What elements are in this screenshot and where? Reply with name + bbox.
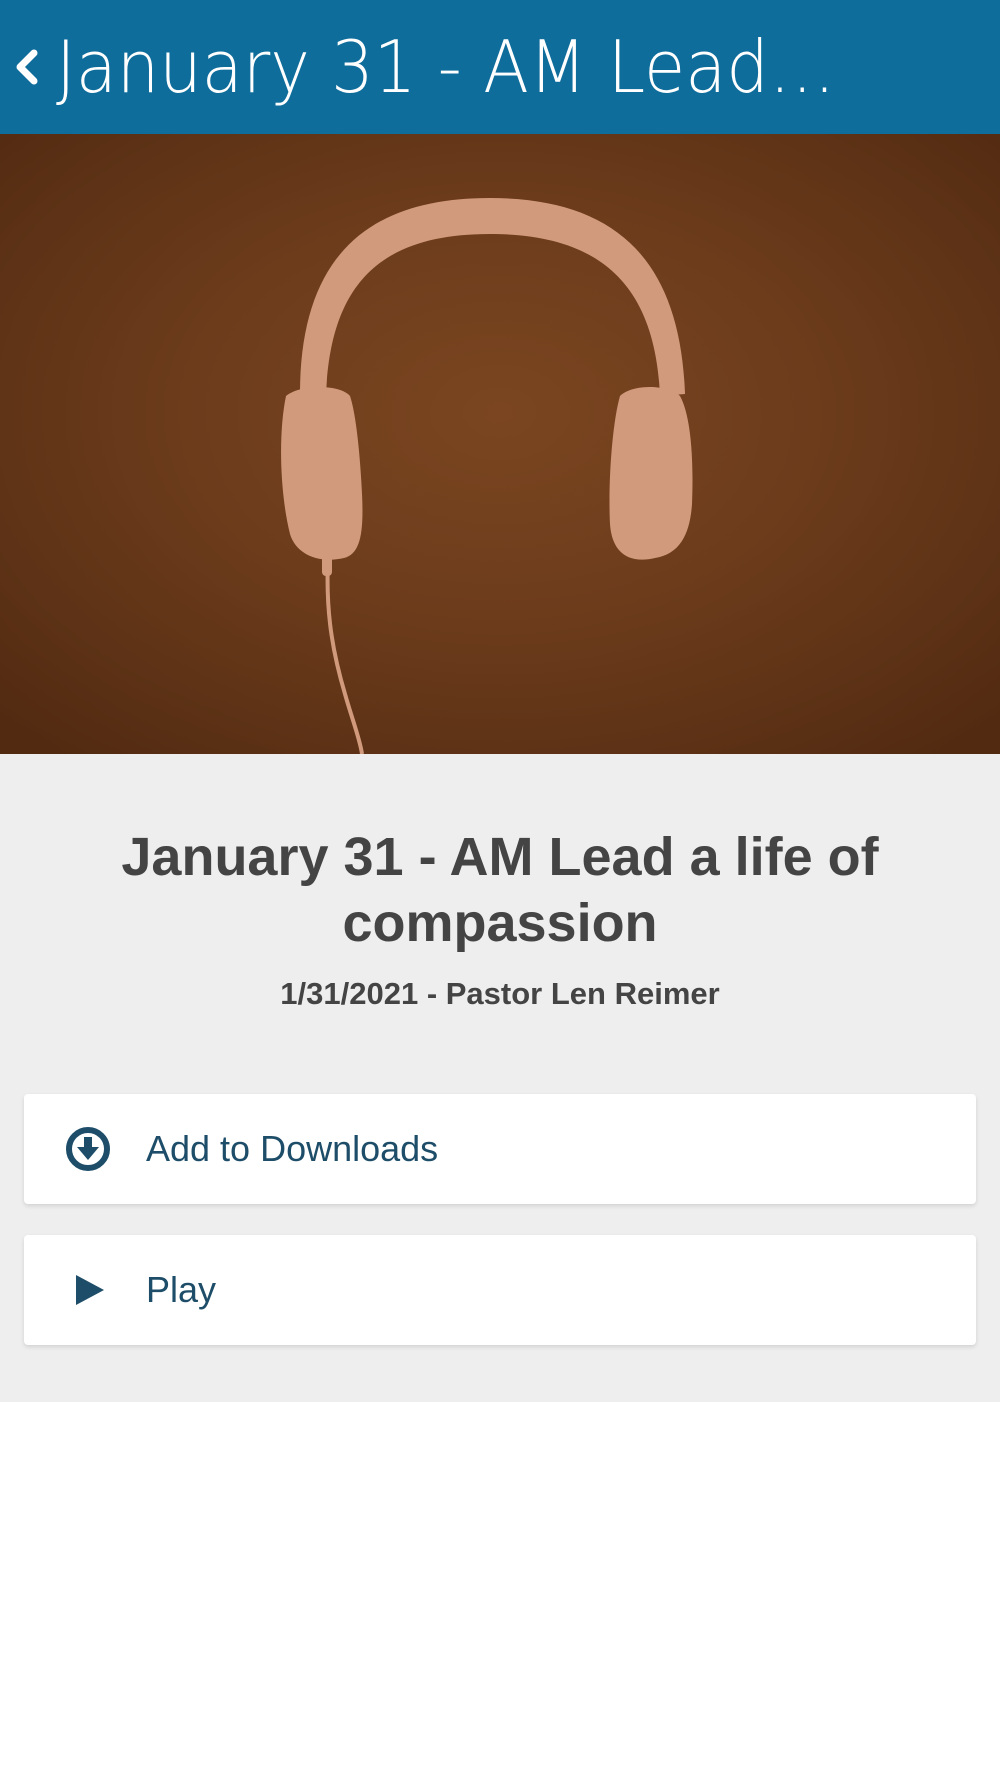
add-to-downloads-button[interactable]: Add to Downloads [24,1094,976,1204]
headphones-icon [0,134,1000,754]
sermon-details: January 31 - AM Lead a life of compassio… [0,754,1000,1402]
add-to-downloads-label: Add to Downloads [146,1128,439,1169]
download-circle-icon [60,1121,116,1177]
sermon-date-speaker: 1/31/2021 - Pastor Len Reimer [280,976,720,1011]
play-label: Play [146,1269,217,1310]
sermon-title: January 31 - AM Lead a life of compassio… [121,827,879,953]
back-button[interactable] [0,0,52,134]
play-button[interactable]: Play [24,1235,976,1345]
page-title: January 31 - AM Lead a life of compassio… [56,25,847,109]
chevron-left-icon [12,47,40,87]
sermon-artwork [0,134,1000,754]
app-bar: January 31 - AM Lead a life of compassio… [0,0,1000,134]
play-icon [60,1262,116,1318]
